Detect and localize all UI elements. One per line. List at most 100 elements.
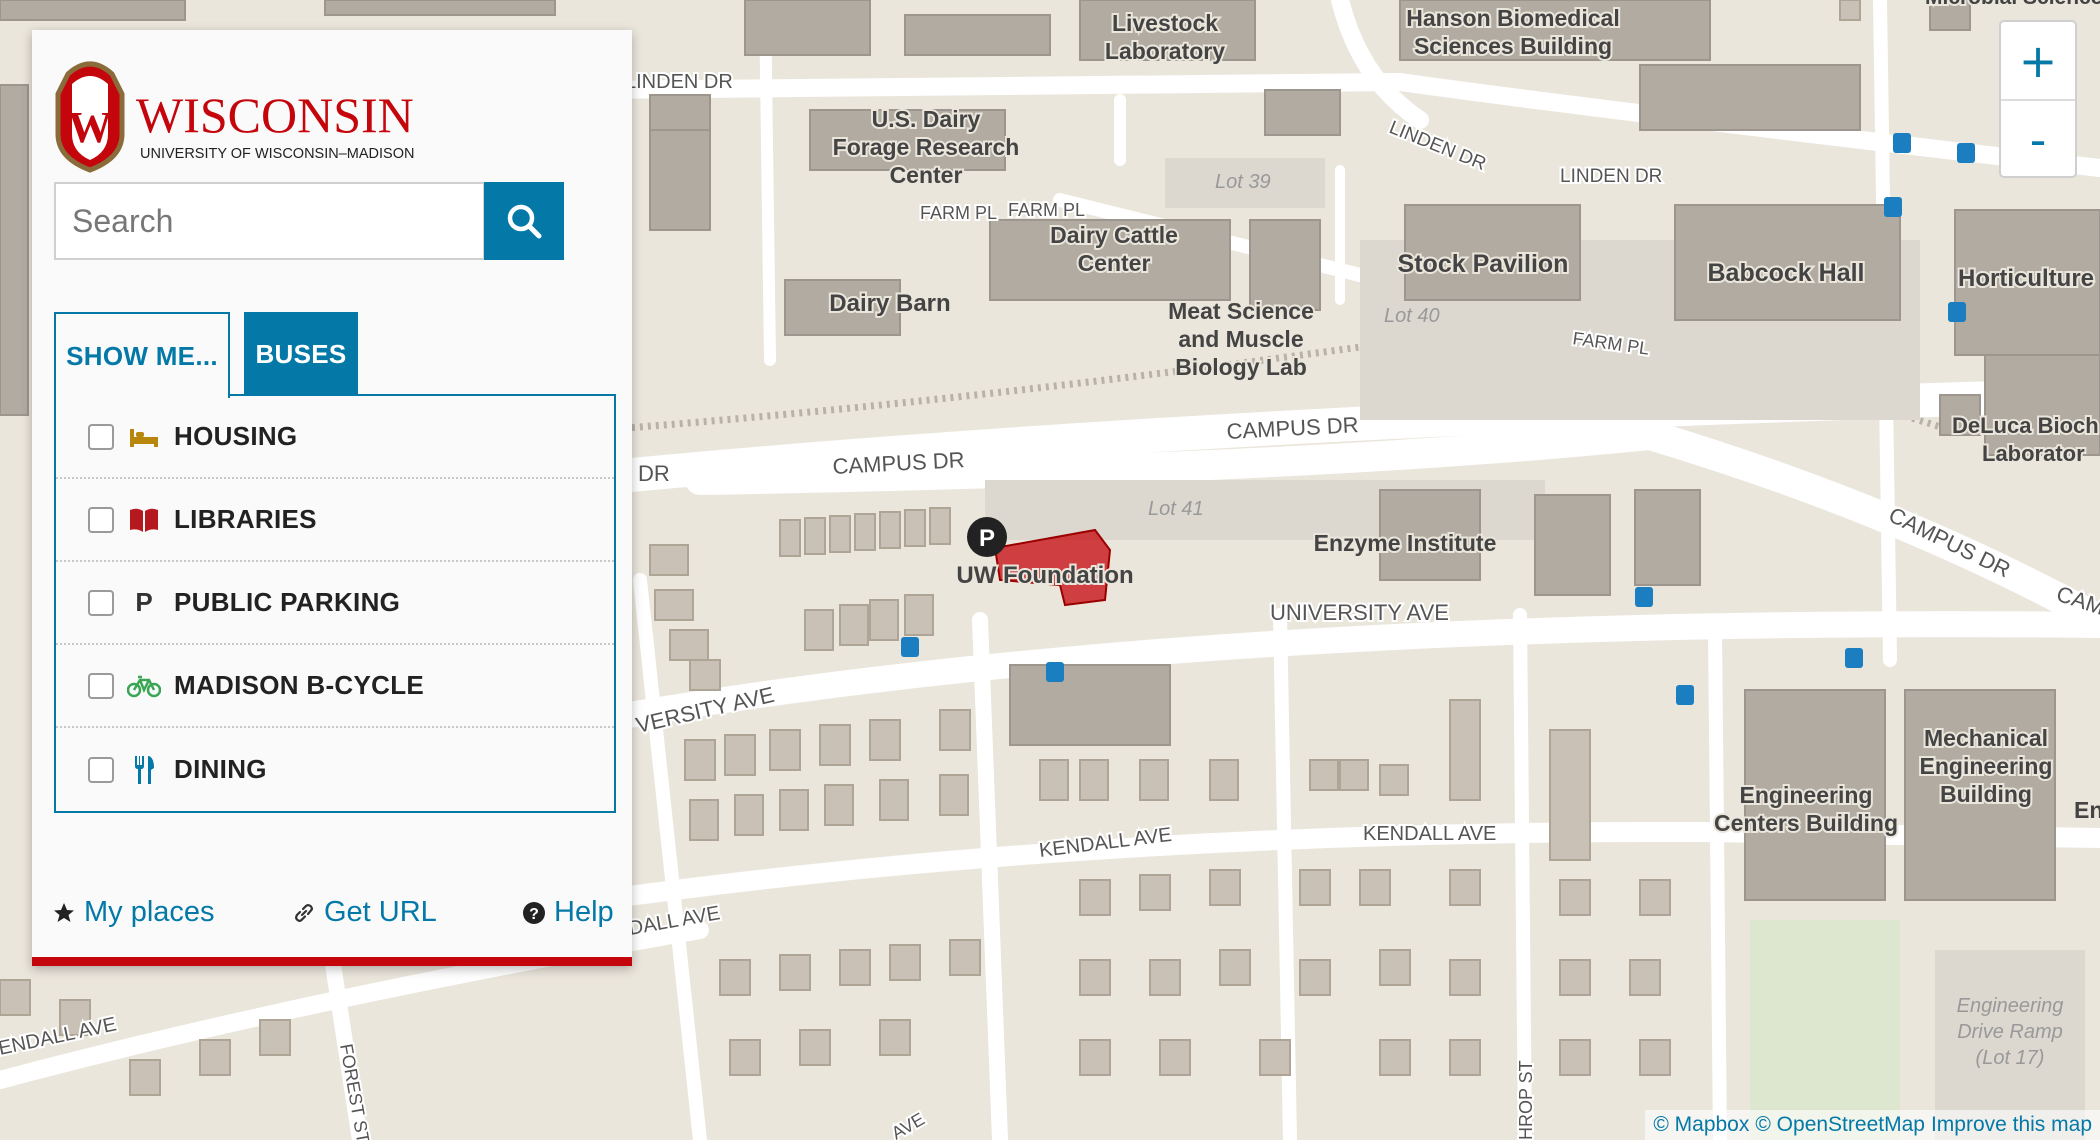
label-hanson-2: Sciences Building [1414,33,1612,59]
street-linden-e: LINDEN DR [1560,166,1662,187]
help-label: Help [554,896,614,928]
label-lot39: Lot 39 [1215,171,1271,193]
uw-crest-icon: W WISCONSIN UNIVERSITY OF WISCONSIN–MADI… [55,61,414,173]
b-cycle-label: MADISON B-CYCLE [174,670,425,700]
label-meat-1: Meat Science [1168,298,1314,324]
label-stock-pavilion: Stock Pavilion [1398,250,1569,278]
bus-stop-icon [1635,587,1653,607]
label-meat-3: Biology Lab [1175,354,1307,380]
uw-logo[interactable]: W WISCONSIN UNIVERSITY OF WISCONSIN–MADI… [54,54,434,179]
housing-label: HOUSING [174,421,298,451]
label-lot41: Lot 41 [1148,498,1204,520]
label-enzyme: Enzyme Institute [1314,530,1497,556]
tab-buses[interactable]: BUSES [244,312,358,396]
b-cycle-checkbox[interactable] [88,672,114,699]
label-babcock: Babcock Hall [1707,259,1864,287]
label-livestock-1: Livestock [1112,10,1218,36]
layer-row-libraries[interactable]: LIBRARIES [56,479,614,562]
label-eng-centers-1: Engineering [1740,782,1873,808]
search-button[interactable] [484,182,564,260]
search-input[interactable] [54,182,485,260]
label-lot40: Lot 40 [1384,305,1440,327]
svg-text:W: W [68,103,112,152]
zoom-in-button[interactable]: + [2001,22,2075,101]
bicycle-icon [126,668,162,704]
street-campus-w: DR [638,461,670,486]
label-meat-2: and Muscle [1178,326,1303,352]
street-univ-1: UNIVERSITY AVE [1270,600,1449,625]
svg-text:Meat Scienceand MuscleBiology: Meat Science and Muscle Biology Lab [1168,298,1314,380]
bus-stop-icon [1957,143,1975,163]
label-mech-1: Mechanical [1924,725,2048,751]
libraries-label: LIBRARIES [174,504,317,534]
fork-knife-icon [126,752,162,788]
link-icon [295,903,313,922]
label-mech-3: Building [1940,781,2032,807]
dining-checkbox[interactable] [88,756,114,783]
map-sidebar-panel: W WISCONSIN UNIVERSITY OF WISCONSIN–MADI… [32,30,632,966]
dining-label: DINING [174,754,267,784]
label-deluca-1: DeLuca Bioch [1952,413,2099,438]
parking-marker[interactable]: P [967,517,1007,557]
libraries-checkbox[interactable] [88,506,114,533]
label-dairy-barn: Dairy Barn [829,290,950,317]
label-ramp-1: Engineering [1957,995,2064,1017]
bus-stop-icon [1845,648,1863,668]
label-mech-2: Engineering [1920,753,2053,779]
search-icon [507,204,542,239]
label-dairy-cattle-1: Dairy Cattle [1050,222,1178,248]
bus-stop-icon [901,637,919,657]
bus-stop-icon [1046,662,1064,682]
label-microbial: Microbial Sciences [1925,0,2100,9]
label-eng-centers-2: Centers Building [1714,810,1898,836]
star-icon [54,902,74,922]
my-places-label: My places [84,896,215,928]
label-dairy-research-2: Forage Research [833,134,1020,160]
layer-row-dining[interactable]: DINING [56,728,614,811]
label-dairy-cattle-2: Center [1078,250,1151,276]
my-places-link[interactable]: My places [52,896,215,929]
logo-subtitle: UNIVERSITY OF WISCONSIN–MADISON [140,146,414,162]
label-livestock-2: Laboratory [1105,38,1225,64]
housing-checkbox[interactable] [88,423,114,450]
panel-accent-bar [32,957,632,966]
bus-stop-icon [1893,133,1911,153]
help-icon: ? [523,901,545,924]
layer-row-housing[interactable]: HOUSING [56,396,614,479]
street-linden-w: LINDEN DR [625,71,733,93]
improve-map-link[interactable]: Improve this map [1931,1113,2092,1137]
label-dairy-research-3: Center [890,162,963,188]
green-field [1750,920,1900,1140]
bus-stop-icon [1948,302,1966,322]
layer-row-b-cycle[interactable]: MADISON B-CYCLE [56,645,614,728]
bus-stop-icon [1676,685,1694,705]
zoom-control: + - [1999,20,2077,178]
parking-marker-label: P [979,525,995,552]
label-uw-foundation: UW Foundation [956,562,1133,589]
label-dairy-research-1: U.S. Dairy [872,106,981,132]
street-thrhop: HROP ST [1516,1060,1536,1140]
get-url-label: Get URL [324,896,437,928]
mapbox-link[interactable]: © Mapbox [1653,1113,1749,1137]
get-url-link[interactable]: Get URL [292,896,437,929]
help-link[interactable]: ? Help [522,896,614,929]
label-ramp-3: (Lot 17) [1976,1047,2045,1069]
osm-link[interactable]: © OpenStreetMap [1755,1113,1925,1137]
map-attribution: © Mapbox © OpenStreetMap Improve this ma… [1645,1110,2100,1140]
logo-wordmark: WISCONSIN [136,87,414,143]
label-ramp-2: Drive Ramp [1957,1021,2063,1043]
street-farm-pl-a: FARM PL [920,203,997,223]
public-parking-label: PUBLIC PARKING [174,587,401,617]
zoom-out-button[interactable]: - [2001,101,2075,178]
label-eng-partial: En [2074,797,2100,823]
public-parking-checkbox[interactable] [88,589,114,616]
svg-text:?: ? [529,906,539,923]
label-horticulture: Horticulture [1958,265,2094,292]
layer-row-public-parking[interactable]: P PUBLIC PARKING [56,562,614,645]
tab-show-me[interactable]: SHOW ME... [54,312,230,398]
bus-stop-icon [1884,197,1902,217]
book-icon [126,502,162,538]
bed-icon [126,419,162,455]
street-farm-pl-b: FARM PL [1008,200,1085,220]
label-hanson-1: Hanson Biomedical [1406,5,1619,31]
